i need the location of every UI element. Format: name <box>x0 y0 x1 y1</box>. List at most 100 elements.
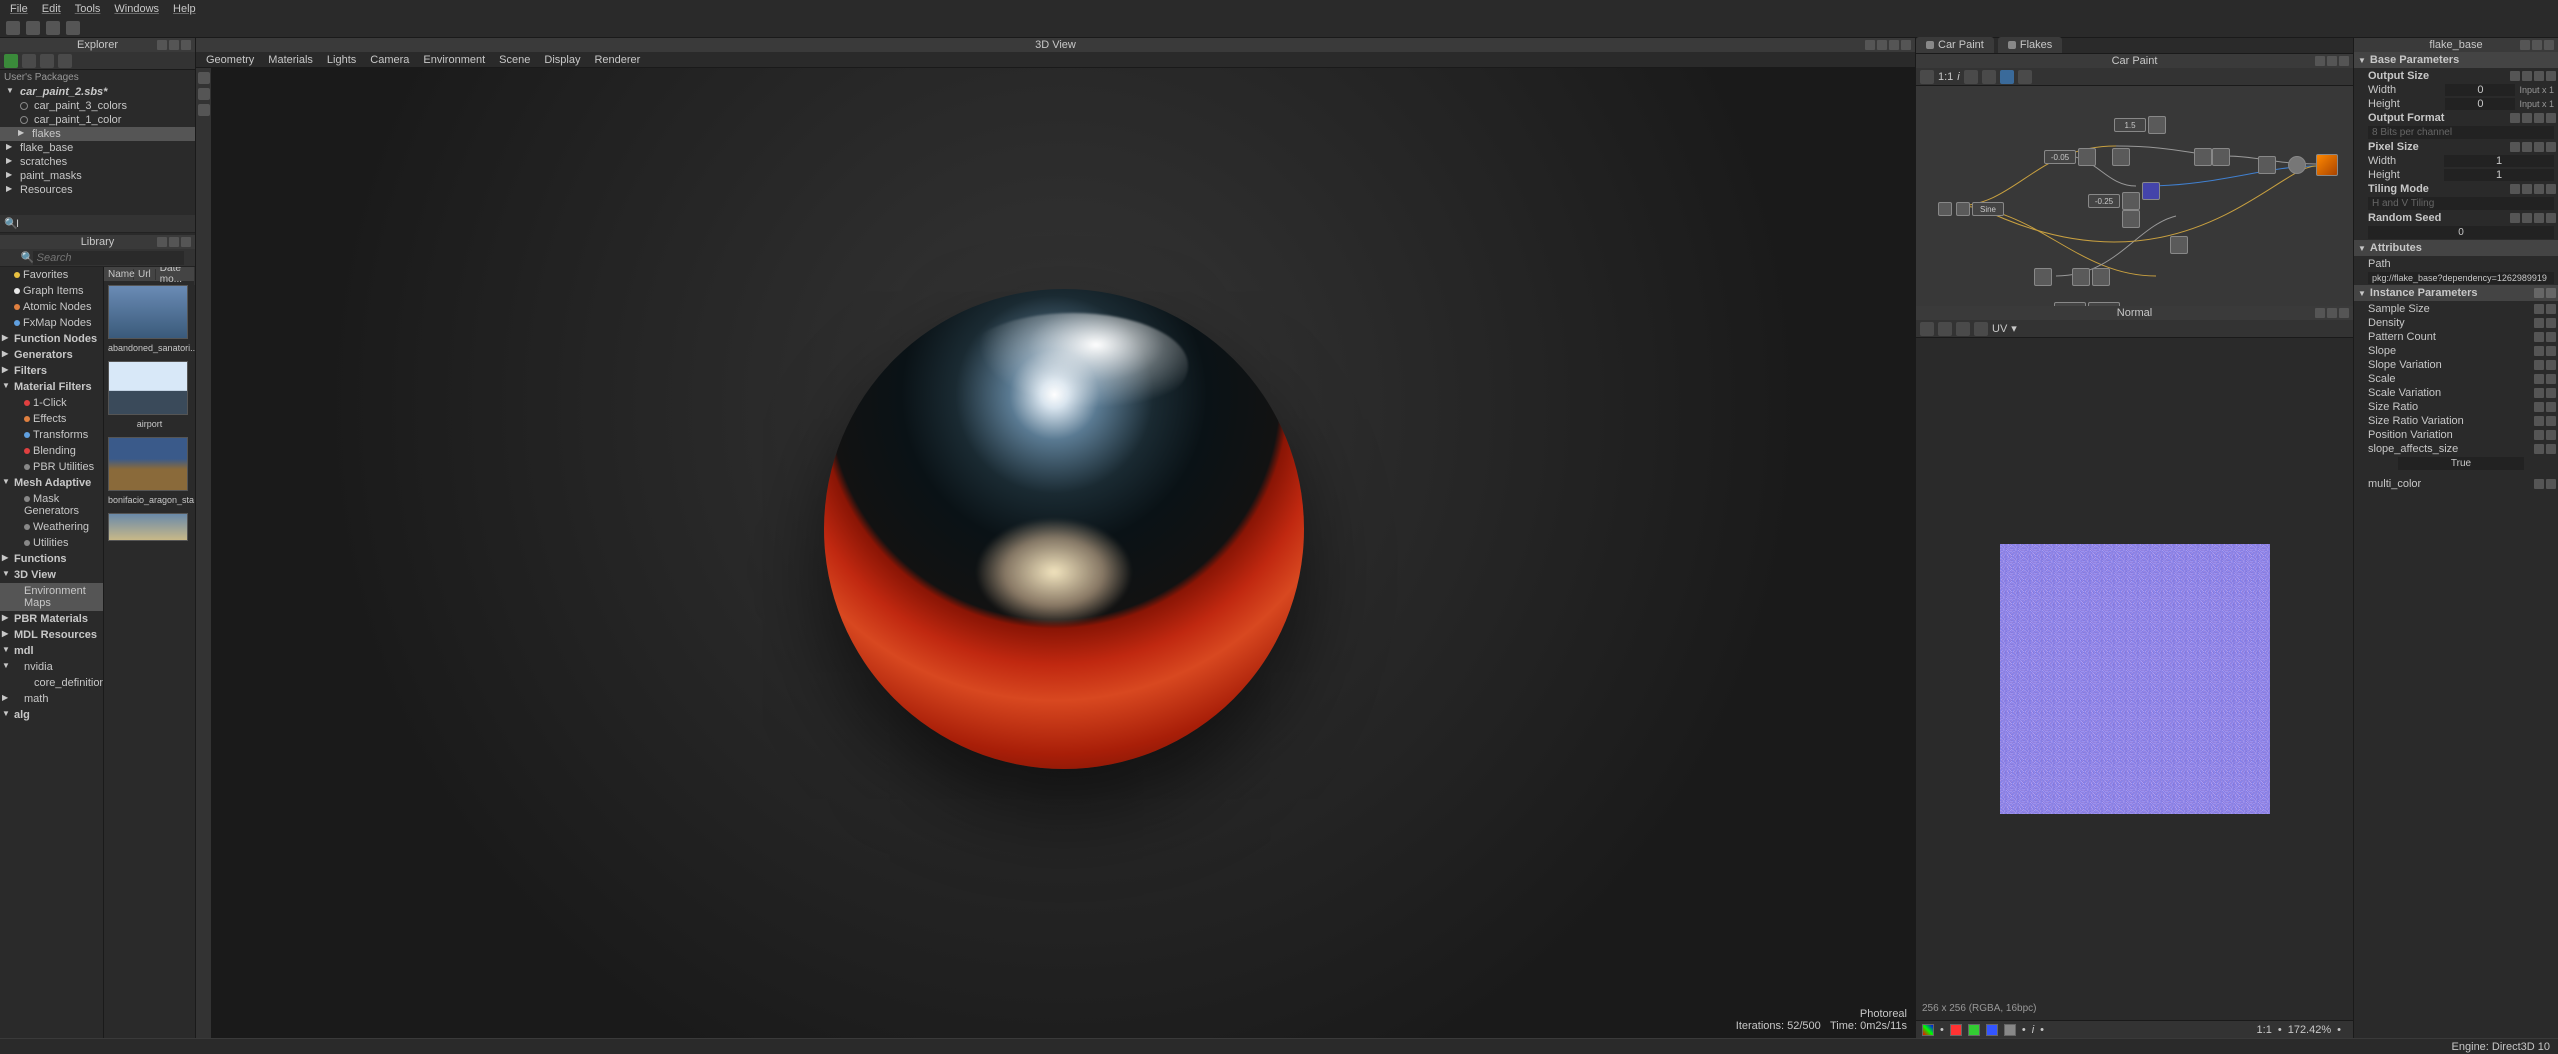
library-thumbnail[interactable] <box>108 361 188 415</box>
link-icon[interactable] <box>2534 332 2544 342</box>
close-icon[interactable] <box>1901 40 1911 50</box>
reset-icon[interactable] <box>2546 288 2556 298</box>
output-format-field[interactable]: 8 Bits per channel <box>2368 126 2554 139</box>
close-icon[interactable] <box>181 237 191 247</box>
max-icon[interactable] <box>2327 308 2337 318</box>
library-category[interactable]: ▶MDL Resources <box>0 627 103 643</box>
gizmo-icon[interactable] <box>198 72 210 84</box>
chevron-down-icon[interactable] <box>198 104 210 116</box>
chevron-down-icon[interactable] <box>2546 304 2556 314</box>
node[interactable] <box>2258 156 2276 174</box>
reset-icon[interactable] <box>2546 213 2556 223</box>
link-icon[interactable] <box>2534 304 2544 314</box>
slope-affects-true[interactable]: True <box>2398 457 2524 470</box>
library-category[interactable]: ▼alg <box>0 707 103 723</box>
chevron-down-icon[interactable] <box>2546 430 2556 440</box>
node[interactable] <box>2078 148 2096 166</box>
library-category[interactable]: ▼mdl <box>0 643 103 659</box>
node-value[interactable]: -0.05 <box>2044 150 2076 164</box>
tree-item[interactable]: ▶scratches <box>0 155 195 169</box>
pin-icon[interactable] <box>157 40 167 50</box>
node[interactable] <box>2148 116 2166 134</box>
normal-tile-icon[interactable] <box>1938 322 1952 336</box>
pin-icon[interactable] <box>2315 308 2325 318</box>
dot-icon[interactable] <box>2534 113 2544 123</box>
chevron-down-icon[interactable] <box>2522 71 2532 81</box>
link-icon[interactable] <box>2534 430 2544 440</box>
menu-edit[interactable]: Edit <box>42 3 61 15</box>
chevron-down-icon[interactable] <box>2522 184 2532 194</box>
library-category[interactable]: Utilities <box>0 535 103 551</box>
link-icon[interactable] <box>2510 142 2520 152</box>
link-icon[interactable] <box>2510 213 2520 223</box>
dot-icon[interactable] <box>2534 213 2544 223</box>
chevron-down-icon[interactable] <box>2522 113 2532 123</box>
library-category[interactable]: ▶Generators <box>0 347 103 363</box>
library-category[interactable]: ▶PBR Materials <box>0 611 103 627</box>
node[interactable] <box>2112 148 2130 166</box>
library-category[interactable]: Blending <box>0 443 103 459</box>
normal-info-icon[interactable] <box>1956 322 1970 336</box>
tree-item[interactable]: car_paint_1_color <box>0 113 195 127</box>
node[interactable] <box>2122 210 2140 228</box>
normal-picker-icon[interactable] <box>1920 322 1934 336</box>
prop-height[interactable]: Height0Input x 1 <box>2354 97 2558 111</box>
pin-icon[interactable] <box>1877 40 1887 50</box>
link-icon[interactable] <box>2534 444 2544 454</box>
library-category[interactable]: ▶math <box>0 691 103 707</box>
menu-renderer[interactable]: Renderer <box>594 54 640 66</box>
library-category[interactable]: core_definitions <box>0 675 103 691</box>
fit-icon[interactable] <box>198 88 210 100</box>
max-icon[interactable] <box>169 237 179 247</box>
close-icon[interactable] <box>2339 308 2349 318</box>
dot-icon[interactable] <box>2534 71 2544 81</box>
library-category[interactable]: Weathering <box>0 519 103 535</box>
link-icon[interactable] <box>2534 402 2544 412</box>
node-value[interactable]: -0.25 <box>2088 194 2120 208</box>
graph-tool-icon[interactable] <box>2000 70 2014 84</box>
chevron-down-icon[interactable] <box>2546 374 2556 384</box>
max-icon[interactable] <box>1889 40 1899 50</box>
node[interactable] <box>2122 192 2140 210</box>
open-icon[interactable] <box>26 21 40 35</box>
library-categories[interactable]: FavoritesGraph ItemsAtomic NodesFxMap No… <box>0 267 104 1038</box>
reset-icon[interactable] <box>2546 113 2556 123</box>
link-icon[interactable] <box>2534 416 2544 426</box>
node-graph[interactable]: 1.5 -0.05 -0.25 Sine 50 1 <box>1916 86 2353 306</box>
library-category[interactable]: Effects <box>0 411 103 427</box>
node[interactable] <box>2072 268 2090 286</box>
swatch-a[interactable] <box>2004 1024 2016 1036</box>
link-icon[interactable] <box>2510 184 2520 194</box>
close-icon[interactable] <box>2544 40 2554 50</box>
link-icon[interactable] <box>2534 479 2544 489</box>
node-output[interactable] <box>2316 154 2338 176</box>
library-category[interactable]: ▶Functions <box>0 551 103 567</box>
library-category[interactable]: ▶Filters <box>0 363 103 379</box>
library-search-input[interactable] <box>33 251 184 265</box>
node-color[interactable] <box>2142 182 2160 200</box>
node[interactable] <box>2288 156 2306 174</box>
reset-icon[interactable] <box>2546 142 2556 152</box>
menu-help[interactable]: Help <box>173 3 196 15</box>
tab-flakes[interactable]: Flakes <box>1998 37 2062 53</box>
library-category[interactable]: Transforms <box>0 427 103 443</box>
library-category[interactable]: Mask Generators <box>0 491 103 519</box>
section-instance-params[interactable]: ▼Instance Parameters <box>2354 285 2558 302</box>
graph-select-icon[interactable] <box>2018 70 2032 84</box>
link-icon[interactable] <box>2534 388 2544 398</box>
menu-file[interactable]: File <box>10 3 28 15</box>
library-category[interactable]: Graph Items <box>0 283 103 299</box>
chevron-down-icon[interactable] <box>2522 213 2532 223</box>
view3d-menubar[interactable]: Geometry Materials Lights Camera Environ… <box>196 52 1915 68</box>
tree-item[interactable]: car_paint_3_colors <box>0 99 195 113</box>
normal-type-icon[interactable] <box>1974 322 1988 336</box>
library-category[interactable]: ▼nvidia <box>0 659 103 675</box>
tree-item[interactable]: ▶flake_base <box>0 141 195 155</box>
tree-item[interactable]: ▶Resources <box>0 183 195 197</box>
lib-fwd-icon[interactable] <box>11 252 14 264</box>
chevron-down-icon[interactable] <box>2546 479 2556 489</box>
library-category[interactable]: Atomic Nodes <box>0 299 103 315</box>
node[interactable] <box>2212 148 2230 166</box>
node-value[interactable]: 1.5 <box>2114 118 2146 132</box>
library-category[interactable]: ▶Function Nodes <box>0 331 103 347</box>
